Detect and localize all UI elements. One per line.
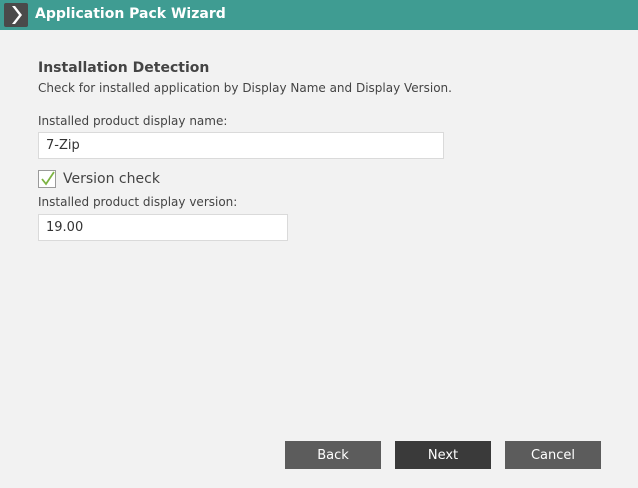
window-title: Application Pack Wizard	[35, 6, 226, 22]
version-check-row[interactable]: Version check	[38, 169, 160, 189]
checkmark-icon	[41, 171, 55, 186]
display-name-input[interactable]	[38, 132, 444, 159]
title-bar: Application Pack Wizard	[0, 0, 638, 30]
back-button[interactable]: Back	[285, 441, 381, 469]
next-button[interactable]: Next	[395, 441, 491, 469]
display-version-input[interactable]	[38, 214, 288, 241]
cancel-button[interactable]: Cancel	[505, 441, 601, 469]
display-name-label: Installed product display name:	[38, 114, 228, 128]
version-check-checkbox[interactable]	[38, 170, 56, 188]
chevron-right-icon	[4, 3, 28, 27]
section-description: Check for installed application by Displ…	[38, 81, 452, 95]
display-version-label: Installed product display version:	[38, 195, 238, 209]
version-check-label: Version check	[63, 171, 160, 187]
section-heading: Installation Detection	[38, 60, 210, 76]
